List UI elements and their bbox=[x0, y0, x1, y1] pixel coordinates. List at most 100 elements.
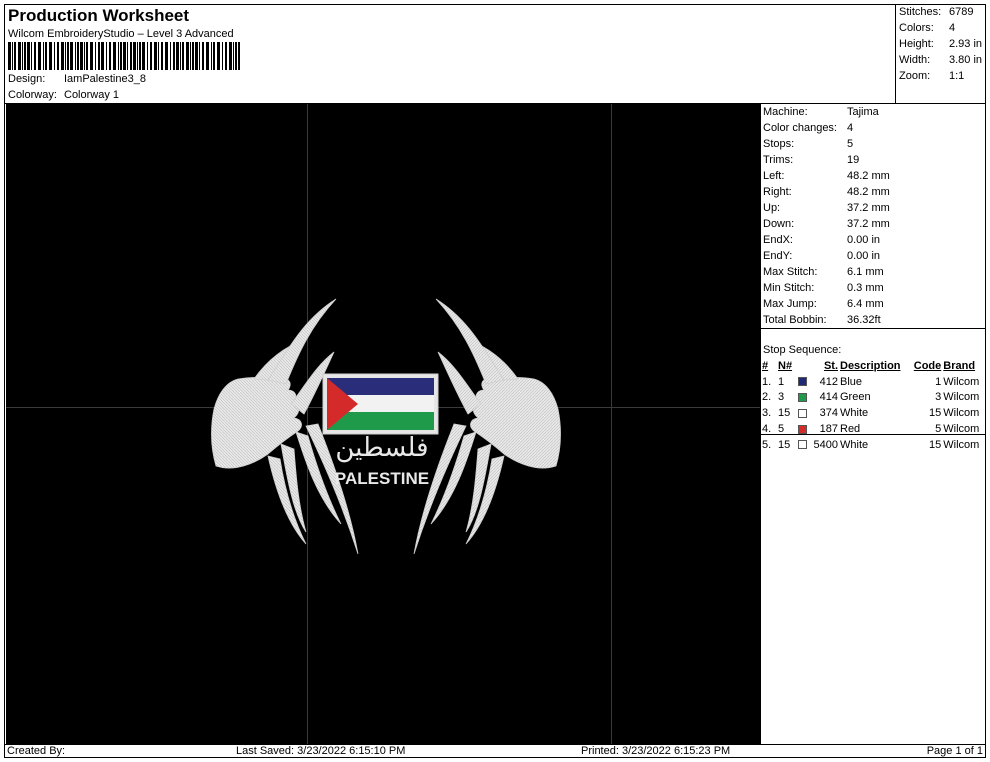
barcode-bar bbox=[31, 42, 32, 70]
info-color-changes: Color changes: 4 bbox=[763, 122, 854, 134]
barcode-bar bbox=[186, 42, 189, 70]
barcode-bar bbox=[147, 42, 148, 70]
info-left: Left: 48.2 mm bbox=[763, 170, 890, 182]
info-stops: Stops: 5 bbox=[763, 138, 854, 150]
row-stitches: 374 bbox=[819, 407, 838, 420]
barcode-bar bbox=[225, 42, 227, 70]
barcode-bar bbox=[84, 42, 85, 70]
barcode-bar bbox=[38, 42, 41, 70]
row-needle: 15 bbox=[778, 407, 791, 420]
table-row: 3. 15 374 White 15 Wilcom bbox=[761, 405, 985, 421]
last-saved: Last Saved: 3/23/2022 6:15:10 PM bbox=[236, 745, 406, 757]
color-swatch bbox=[798, 440, 807, 450]
barcode-bar bbox=[123, 42, 126, 70]
row-needle: 15 bbox=[778, 438, 791, 451]
color-swatch bbox=[798, 393, 807, 403]
barcode-bar bbox=[70, 42, 73, 70]
barcode-bar bbox=[199, 42, 200, 70]
design-label: Design: bbox=[8, 73, 46, 85]
barcode-bar bbox=[229, 42, 232, 70]
row-stitches: 5400 bbox=[813, 438, 838, 451]
row-num: 1. bbox=[762, 375, 772, 388]
barcode-bar bbox=[86, 42, 88, 70]
design-preview-canvas: فلسطين PALESTINE bbox=[6, 104, 760, 744]
barcode-bar bbox=[109, 42, 111, 70]
barcode-bar bbox=[195, 42, 198, 70]
row-description: White bbox=[840, 438, 869, 451]
summary-width: Width: 3.80 in bbox=[899, 54, 983, 66]
row-num: 2. bbox=[762, 391, 772, 404]
footer: Created By: Last Saved: 3/23/2022 6:15:1… bbox=[4, 744, 986, 758]
barcode-bar bbox=[130, 42, 132, 70]
color-swatch bbox=[798, 377, 807, 387]
info-right: Right: 48.2 mm bbox=[763, 186, 890, 198]
barcode-bar bbox=[113, 42, 116, 70]
barcode-bar bbox=[101, 42, 104, 70]
barcode-bar bbox=[192, 42, 194, 70]
row-code: 3 bbox=[935, 391, 942, 404]
palestine-flag-graphic bbox=[322, 373, 439, 435]
row-description: White bbox=[840, 407, 869, 420]
barcode-bar bbox=[202, 42, 204, 70]
info-max-stitch: Max Stitch: 6.1 mm bbox=[763, 266, 884, 278]
col-stitches: St. bbox=[823, 359, 838, 372]
barcode-bar bbox=[34, 42, 36, 70]
barcode-bar bbox=[139, 42, 141, 70]
barcode-bar bbox=[27, 42, 30, 70]
software-name: Wilcom EmbroideryStudio – Level 3 Advanc… bbox=[8, 28, 234, 40]
color-swatch-cell bbox=[797, 374, 811, 390]
page-number: Page 1 of 1 bbox=[926, 745, 983, 757]
barcode-bar bbox=[190, 42, 191, 70]
row-brand: Wilcom bbox=[943, 391, 980, 404]
col-brand: Brand bbox=[943, 359, 976, 372]
color-swatch-cell bbox=[797, 390, 811, 406]
palestine-label: PALESTINE bbox=[335, 469, 429, 488]
barcode-bar bbox=[22, 42, 23, 70]
barcode-bar bbox=[170, 42, 171, 70]
barcode-bar bbox=[12, 42, 13, 70]
machine-info-panel: Machine: Tajima Color changes: 4 Stops: 5 T… bbox=[760, 104, 986, 744]
barcode-bar bbox=[154, 42, 157, 70]
barcode-bar bbox=[161, 42, 163, 70]
row-stitches: 414 bbox=[819, 391, 838, 404]
table-row: 5. 15 5400 White 15 Wilcom bbox=[761, 437, 985, 453]
row-description: Green bbox=[840, 391, 871, 404]
row-description: Blue bbox=[840, 375, 863, 388]
table-header-row: # N# St. Description Code Brand bbox=[761, 358, 985, 374]
row-brand: Wilcom bbox=[943, 438, 980, 451]
created-by: Created By: bbox=[7, 745, 66, 757]
row-needle: 1 bbox=[778, 375, 785, 388]
barcode-bar bbox=[213, 42, 215, 70]
barcode-bar bbox=[235, 42, 237, 70]
color-swatch bbox=[798, 408, 807, 418]
barcode-bar bbox=[24, 42, 26, 70]
barcode-bar bbox=[165, 42, 168, 70]
color-swatch-cell bbox=[797, 437, 811, 453]
info-divider bbox=[761, 328, 985, 329]
design-value: IamPalestine3_8 bbox=[64, 73, 146, 85]
info-min-stitch: Min Stitch: 0.3 mm bbox=[763, 282, 884, 294]
summary-height: Height: 2.93 in bbox=[899, 38, 983, 50]
colorway-field: Colorway: Colorway 1 bbox=[8, 89, 119, 101]
barcode-bar bbox=[206, 42, 209, 70]
col-needle: N# bbox=[778, 359, 793, 372]
barcode-bar bbox=[118, 42, 119, 70]
barcode-bar bbox=[120, 42, 122, 70]
page-title: Production Worksheet bbox=[8, 6, 190, 25]
barcode-bar bbox=[142, 42, 145, 70]
barcode-bar bbox=[77, 42, 79, 70]
barcode-bar bbox=[75, 42, 76, 70]
row-stitches: 412 bbox=[819, 375, 838, 388]
info-down: Down: 37.2 mm bbox=[763, 218, 890, 230]
table-divider bbox=[761, 434, 985, 435]
row-code: 15 bbox=[929, 438, 942, 451]
barcode-bar bbox=[182, 42, 184, 70]
barcode-bar bbox=[61, 42, 64, 70]
barcode-bar bbox=[173, 42, 175, 70]
col-description: Description bbox=[840, 359, 901, 372]
barcode-bar bbox=[57, 42, 59, 70]
barcode-bar bbox=[233, 42, 234, 70]
embroidery-design: فلسطين PALESTINE bbox=[211, 298, 561, 555]
stop-sequence-table: # N# St. Description Code Brand 1. 1 412 Bl… bbox=[761, 358, 985, 453]
barcode-bar bbox=[43, 42, 44, 70]
